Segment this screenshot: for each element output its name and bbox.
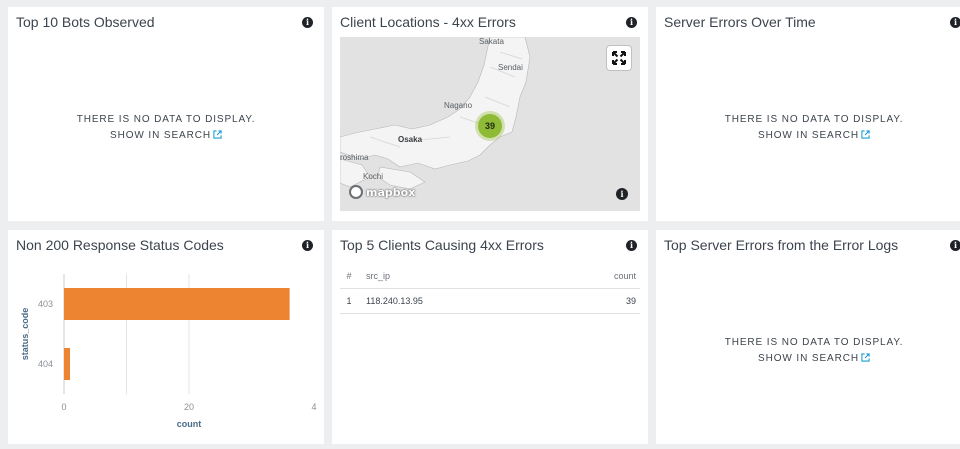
external-link-icon	[861, 130, 870, 139]
y-tick-label: 404	[38, 359, 53, 369]
clients-table: # src_ip count 1 118.240.13.95 39	[340, 264, 640, 314]
info-icon[interactable]: i	[950, 17, 960, 28]
row-count: 39	[625, 296, 636, 306]
info-icon[interactable]: i	[302, 17, 313, 28]
table-row[interactable]: 1 118.240.13.95 39	[340, 289, 640, 314]
x-tick-label: 0	[61, 402, 66, 412]
panel-error-logs: Top Server Errors from the Error Logs i …	[656, 230, 960, 444]
map-cluster-marker[interactable]: 39	[478, 114, 502, 138]
show-in-search-link[interactable]: SHOW IN SEARCH	[8, 130, 324, 141]
status-codes-chart: 403 404 0 20 4 count status_code	[20, 274, 317, 429]
column-header-count[interactable]: count	[560, 271, 640, 281]
external-link-icon	[861, 353, 870, 362]
row-src-ip: 118.240.13.95	[366, 296, 423, 306]
show-in-search-link[interactable]: SHOW IN SEARCH	[656, 353, 960, 364]
row-index: 1	[346, 296, 352, 306]
panel-status-codes: Non 200 Response Status Codes i 403 404 0 2…	[8, 230, 324, 444]
show-in-search-link[interactable]: SHOW IN SEARCH	[656, 130, 960, 141]
table-header: # src_ip count	[340, 264, 640, 289]
map-label-sakata: Sakata	[479, 37, 504, 46]
column-header-src-ip[interactable]: src_ip	[358, 271, 560, 281]
no-data-message: THERE IS NO DATA TO DISPLAY. SHOW IN SEA…	[8, 114, 324, 141]
panel-title: Top 10 Bots Observed	[16, 14, 155, 30]
show-in-search-label[interactable]: SHOW IN SEARCH	[758, 353, 859, 364]
y-axis-label: status_code	[20, 308, 30, 361]
external-link-icon	[213, 130, 222, 139]
panel-title: Top 5 Clients Causing 4xx Errors	[340, 237, 544, 253]
map-label-hiroshima: roshima	[340, 153, 369, 162]
bar	[64, 288, 290, 320]
mapbox-logo: mapbox	[349, 185, 415, 199]
fullscreen-button[interactable]	[607, 46, 631, 70]
map-label-nagano: Nagano	[444, 101, 473, 110]
panel-client-locations: Client Locations - 4xx Errors i Sakata S…	[332, 7, 648, 221]
no-data-text: THERE IS NO DATA TO DISPLAY.	[724, 337, 904, 348]
no-data-message: THERE IS NO DATA TO DISPLAY. SHOW IN SEA…	[656, 337, 960, 364]
panel-title: Client Locations - 4xx Errors	[340, 14, 516, 30]
y-tick-label: 403	[38, 299, 53, 309]
no-data-text: THERE IS NO DATA TO DISPLAY.	[76, 114, 256, 125]
panel-top-bots: Top 10 Bots Observed i THERE IS NO DATA …	[8, 7, 324, 221]
bar	[64, 348, 70, 380]
panel-server-errors-over-time: Server Errors Over Time i THERE IS NO DA…	[656, 7, 960, 221]
mapbox-logo-icon	[349, 185, 363, 199]
no-data-message: THERE IS NO DATA TO DISPLAY. SHOW IN SEA…	[656, 114, 960, 141]
mapbox-logo-text: mapbox	[366, 185, 416, 199]
info-icon[interactable]: i	[950, 240, 960, 251]
show-in-search-label[interactable]: SHOW IN SEARCH	[110, 130, 211, 141]
show-in-search-label[interactable]: SHOW IN SEARCH	[758, 130, 859, 141]
panel-top-clients: Top 5 Clients Causing 4xx Errors i # src…	[332, 230, 648, 444]
no-data-text: THERE IS NO DATA TO DISPLAY.	[724, 114, 904, 125]
panel-title: Server Errors Over Time	[664, 14, 816, 30]
column-header-index[interactable]: #	[340, 271, 358, 281]
panel-title: Top Server Errors from the Error Logs	[664, 237, 899, 253]
info-icon[interactable]: i	[626, 240, 637, 251]
map-attribution-icon[interactable]: i	[616, 188, 628, 200]
map-view[interactable]: Sakata Sendai Nagano Osaka roshima Kochi…	[340, 37, 640, 211]
x-axis-label: count	[177, 419, 202, 429]
x-tick-label: 20	[184, 402, 194, 412]
map-label-sendai: Sendai	[498, 63, 523, 72]
map-label-kochi: Kochi	[363, 172, 384, 181]
expand-icon	[612, 51, 626, 65]
info-icon[interactable]: i	[626, 17, 637, 28]
map-label-osaka: Osaka	[398, 135, 423, 144]
x-tick-label: 4	[311, 402, 316, 412]
